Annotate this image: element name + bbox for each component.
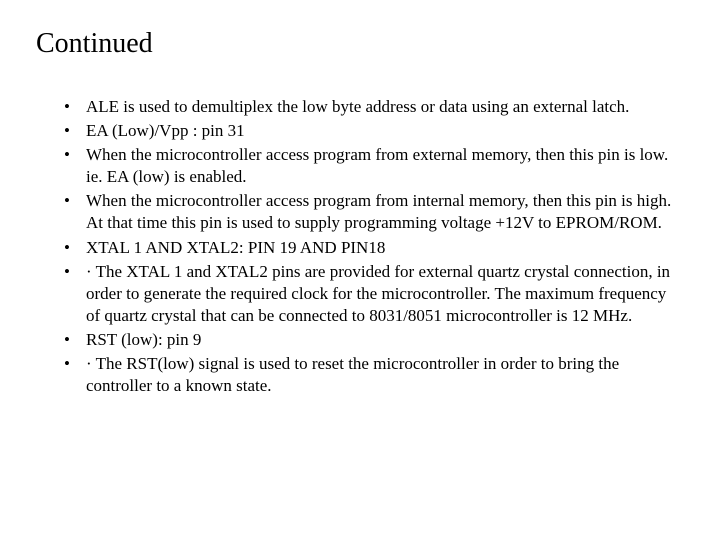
list-item: EA (Low)/Vpp : pin 31 <box>64 120 684 142</box>
list-item: · The RST(low) signal is used to reset t… <box>64 353 684 397</box>
list-item: ALE is used to demultiplex the low byte … <box>64 96 684 118</box>
page-title: Continued <box>36 28 684 60</box>
list-item: When the microcontroller access program … <box>64 144 684 188</box>
bullet-list: ALE is used to demultiplex the low byte … <box>36 96 684 397</box>
list-item: When the microcontroller access program … <box>64 190 684 234</box>
list-item: XTAL 1 AND XTAL2: PIN 19 AND PIN18 <box>64 237 684 259</box>
list-item: RST (low): pin 9 <box>64 329 684 351</box>
list-item: · The XTAL 1 and XTAL2 pins are provided… <box>64 261 684 327</box>
